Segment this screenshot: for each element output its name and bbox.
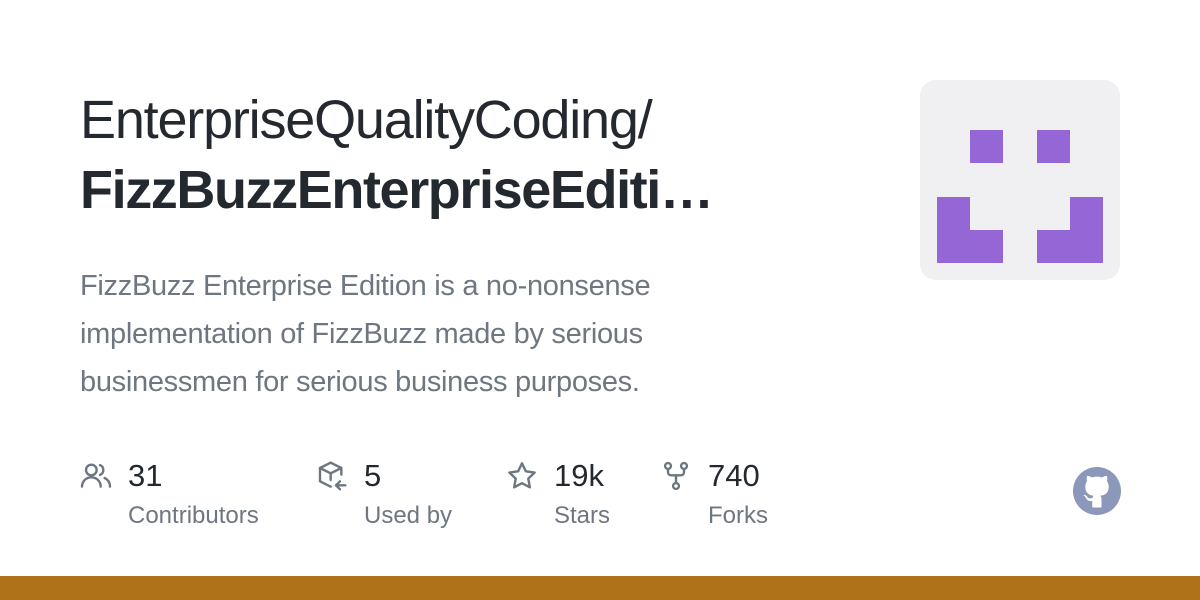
package-dependents-icon (316, 460, 348, 492)
identicon-cell (970, 130, 1003, 163)
language-color-bar (0, 576, 1200, 600)
stat-label: Contributors (128, 502, 259, 529)
identicon-cell (1037, 230, 1070, 263)
repo-owner: EnterpriseQualityCoding/ (80, 90, 653, 150)
repo-name: FizzBuzzEnterpriseEditi… (80, 160, 714, 220)
repo-description: FizzBuzz Enterprise Edition is a no-nons… (80, 270, 651, 398)
identicon-cell (937, 197, 970, 263)
stat-value: 19k (554, 458, 604, 493)
star-icon (506, 460, 538, 492)
identicon-cell (970, 230, 1003, 263)
repo-forked-icon (660, 460, 692, 492)
owner-avatar-identicon (920, 80, 1120, 280)
stat-label: Stars (554, 502, 611, 529)
people-icon (80, 460, 112, 492)
stat-label: Used by (364, 502, 453, 529)
stat-label: Forks (708, 502, 768, 529)
stat-value: 31 (128, 458, 163, 493)
stat-value: 740 (708, 458, 760, 493)
identicon-cell (1070, 197, 1103, 263)
github-mark-icon (1073, 467, 1121, 515)
identicon-cell (1037, 130, 1070, 163)
stat-value: 5 (364, 458, 382, 493)
